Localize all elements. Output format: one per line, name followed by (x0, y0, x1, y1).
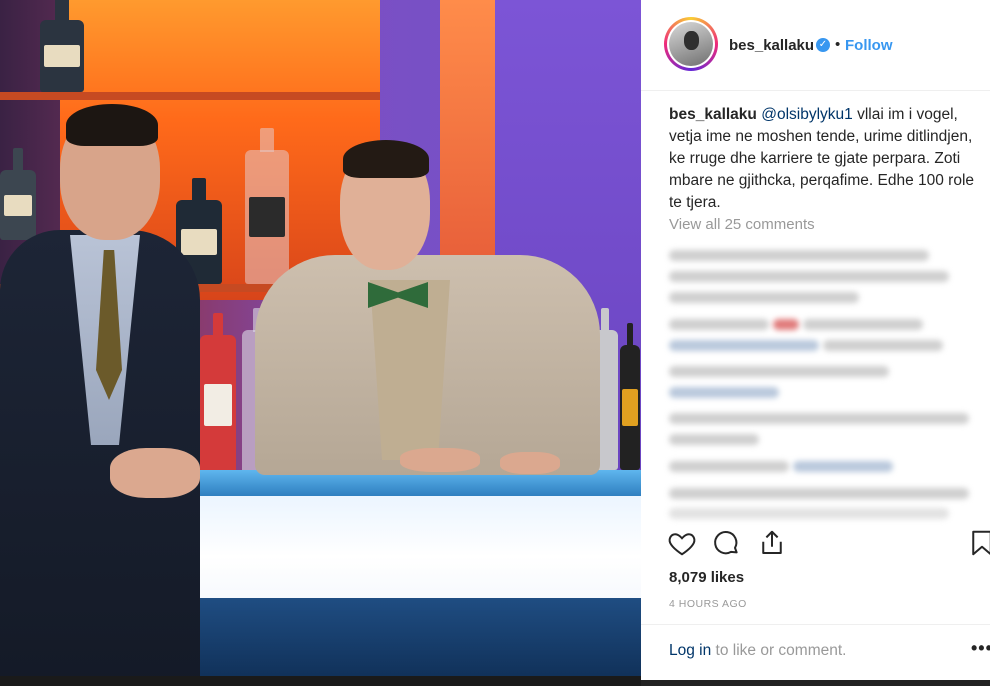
blurred-comment-line (669, 434, 759, 445)
person-right-hair (343, 140, 429, 178)
person-left-hands (110, 448, 200, 498)
avatar-story-ring[interactable] (664, 17, 718, 71)
login-prompt: Log in to like or comment. (669, 642, 846, 660)
blurred-comment-line (793, 461, 893, 472)
bar-counter-base (150, 598, 641, 686)
view-all-comments-link[interactable]: View all 25 comments (669, 216, 815, 233)
bookmark-icon[interactable] (967, 528, 990, 558)
blurred-comment-line (669, 461, 789, 472)
share-icon[interactable] (757, 528, 787, 558)
blurred-comment-line (669, 413, 969, 424)
caption-username[interactable]: bes_kallaku (669, 106, 757, 123)
blurred-comment-line (823, 340, 943, 351)
person-right-hand (500, 452, 560, 474)
person-right-vest (370, 280, 450, 460)
bottle (245, 128, 289, 284)
can (620, 323, 640, 470)
more-options-button[interactable]: ••• (971, 638, 990, 659)
avatar[interactable] (667, 20, 715, 68)
person-left-hair (66, 104, 158, 146)
blurred-comment-line (669, 340, 819, 351)
post-side-panel: bes_kallaku ✓ • Follow bes_kallaku @olsi… (641, 0, 990, 686)
post-actions (641, 522, 990, 566)
follow-button[interactable]: Follow (845, 37, 893, 54)
post-header: bes_kallaku ✓ • Follow (641, 0, 990, 91)
bottle (0, 148, 36, 240)
blurred-comment-line (669, 366, 889, 377)
blurred-comment-line (669, 271, 949, 282)
bottle (200, 313, 236, 475)
blurred-comment-line (669, 387, 779, 398)
post-caption: bes_kallaku @olsibylyku1 vllai im i voge… (669, 104, 975, 214)
post-photo[interactable] (0, 0, 641, 686)
likes-count[interactable]: 8,079 likes (669, 569, 744, 586)
caption-mention[interactable]: @olsibylyku1 (761, 106, 853, 123)
post-timestamp[interactable]: 4 HOURS AGO (669, 598, 747, 610)
login-prompt-text: to like or comment. (711, 642, 847, 659)
login-link[interactable]: Log in (669, 642, 711, 659)
photo-footer-bar (0, 676, 641, 686)
comment-icon[interactable] (711, 528, 741, 558)
blurred-comment-line (669, 292, 859, 303)
divider (641, 624, 990, 625)
blurred-comment-line (773, 319, 799, 330)
blurred-comment-line (803, 319, 923, 330)
blurred-comment-line (669, 488, 969, 499)
bottom-login-bar (641, 680, 990, 686)
blurred-comment-line (669, 319, 769, 330)
verified-badge-icon: ✓ (816, 38, 830, 52)
blurred-comment-line (669, 250, 929, 261)
bottle (40, 0, 84, 92)
header-username[interactable]: bes_kallaku (729, 37, 814, 54)
separator-dot: • (835, 36, 841, 53)
heart-icon[interactable] (667, 528, 697, 558)
stage-light-strip (440, 0, 495, 260)
person-right-hand (400, 448, 480, 472)
avatar-image (669, 22, 713, 66)
blurred-comment-line (669, 508, 949, 519)
bar-shelf (0, 92, 380, 100)
